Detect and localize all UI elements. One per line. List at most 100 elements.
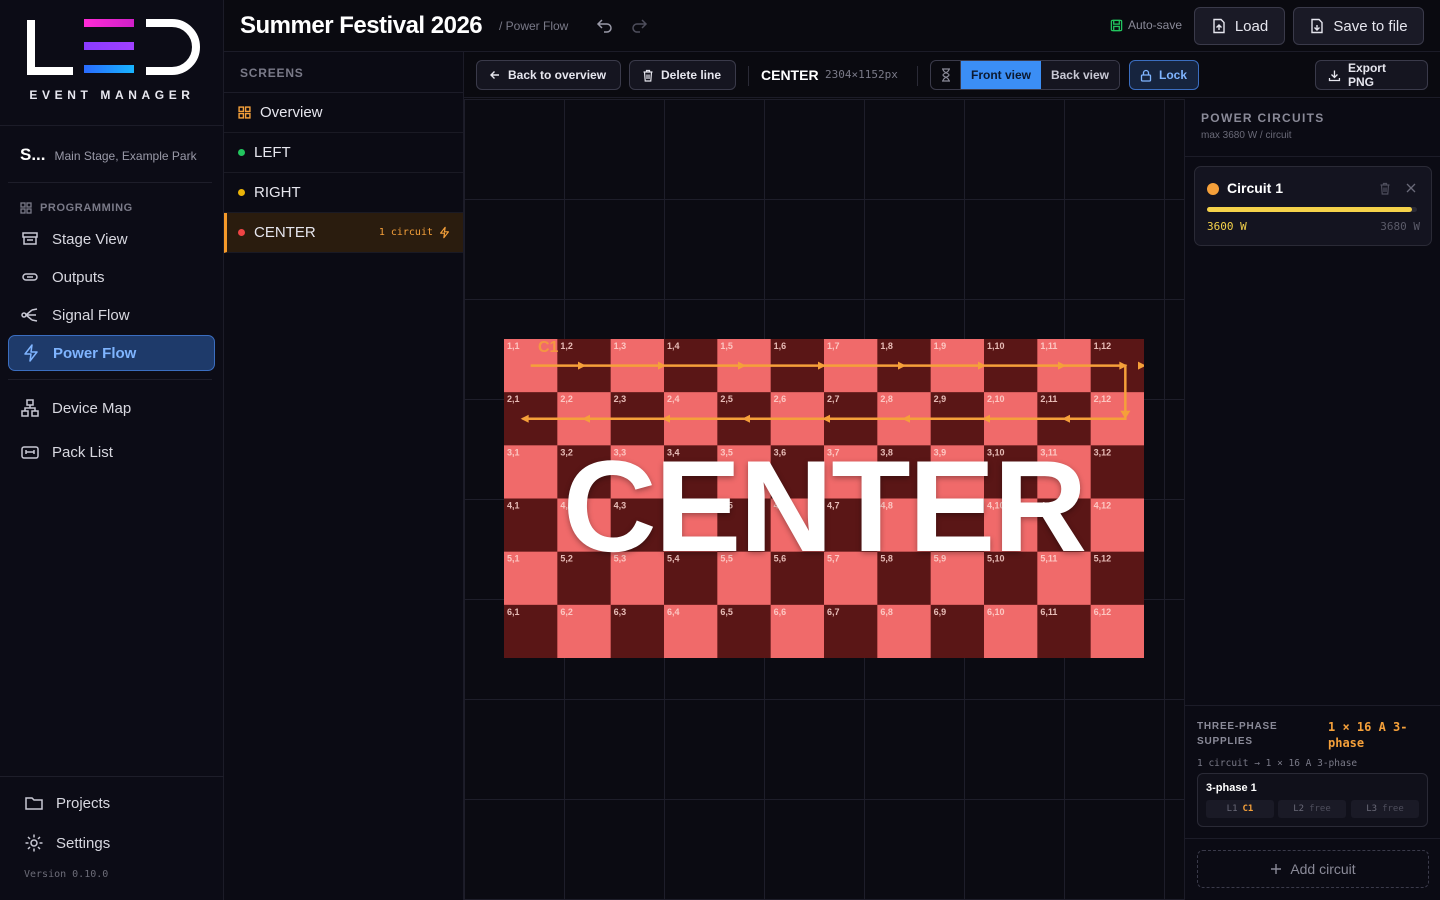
sidebar-item-label: Device Map: [52, 399, 132, 417]
download-icon: [1328, 70, 1341, 81]
circuit-tag: C1: [538, 339, 559, 356]
front-view-tab[interactable]: Front view: [961, 61, 1041, 89]
programming-section-label: PROGRAMMING: [20, 202, 133, 214]
divider: [1185, 156, 1440, 157]
flow-arrow-icon: [742, 414, 750, 423]
delete-button-label: Delete line: [661, 68, 722, 82]
project-name: S...: [20, 145, 46, 164]
lock-icon: [1140, 69, 1152, 82]
flow-arrow-icon: [582, 414, 590, 423]
autosave-indicator[interactable]: Auto-save: [1110, 18, 1182, 32]
sidebar-item-label: Outputs: [52, 268, 105, 286]
phase-line-value: free: [1382, 804, 1404, 814]
supply-card[interactable]: 3-phase 1 L1 C1 L2 free L3 free: [1197, 773, 1428, 827]
back-view-tab[interactable]: Back view: [1041, 61, 1119, 89]
screen-item-label: LEFT: [254, 144, 291, 161]
trash-icon[interactable]: [1379, 182, 1391, 195]
load-button[interactable]: Load: [1194, 7, 1285, 45]
app-root: EVENT MANAGER S... Main Stage, Example P…: [0, 0, 1440, 900]
arrow-left-icon: [490, 71, 499, 79]
phase-line-name: L3: [1366, 804, 1378, 814]
trash-icon: [643, 69, 653, 82]
power-circuits-title: POWER CIRCUITS: [1201, 111, 1325, 125]
flow-arrow-icon: [1138, 361, 1144, 370]
delete-line-button[interactable]: Delete line: [629, 60, 736, 90]
save-button-label: Save to file: [1333, 17, 1408, 35]
screen-item-overview[interactable]: Overview: [224, 93, 463, 133]
stage-icon: [22, 232, 38, 245]
view-toggle: Front view Back view: [930, 60, 1120, 90]
file-upload-icon: [1213, 18, 1225, 34]
sidebar-item-label: Pack List: [52, 443, 113, 461]
sidebar-item-label: Stage View: [52, 230, 128, 248]
add-circuit-label: Add circuit: [1290, 861, 1356, 877]
flow-arrow-icon: [738, 361, 746, 370]
phase-line-value: free: [1309, 804, 1331, 814]
flip-view-button[interactable]: [931, 61, 961, 89]
section-label-text: PROGRAMMING: [40, 202, 133, 214]
flow-arrow-icon: [978, 361, 986, 370]
screen-item-label: Overview: [260, 104, 323, 121]
undo-icon[interactable]: [596, 16, 614, 34]
circuit-card[interactable]: Circuit 1 3600 W 3680 W: [1194, 166, 1432, 246]
led-screen-board[interactable]: 1,1 1,2 1,3 1,4 1,5 1,6 1,7 1,8 1,9 1,10 1,11 1,12 2…: [504, 339, 1144, 658]
divider: [8, 379, 212, 380]
sidebar-item-settings[interactable]: Settings: [12, 825, 219, 861]
save-to-file-button[interactable]: Save to file: [1293, 7, 1424, 45]
export-button-label: Export PNG: [1347, 61, 1386, 89]
sidebar-item-label: Projects: [56, 794, 111, 812]
divider: [0, 776, 224, 777]
circuit-load-fill: [1207, 207, 1413, 212]
sidebar-item-stage-view[interactable]: Stage View: [8, 221, 215, 257]
screen-item-label: RIGHT: [254, 184, 301, 201]
phase-line-name: L2: [1293, 804, 1305, 814]
sidebar: EVENT MANAGER S... Main Stage, Example P…: [0, 0, 224, 900]
flow-arrow-icon: [822, 414, 830, 423]
sidebar-item-outputs[interactable]: Outputs: [8, 259, 215, 295]
gear-icon: [25, 834, 43, 852]
grid-icon: [20, 202, 32, 214]
back-button-label: Back to overview: [508, 68, 607, 82]
power-flow-canvas[interactable]: 1,1 1,2 1,3 1,4 1,5 1,6 1,7 1,8 1,9 1,10 1,11 1,12 2…: [464, 99, 1184, 900]
supply-name: 3-phase 1: [1206, 782, 1257, 794]
project-location: Main Stage, Example Park: [54, 149, 197, 163]
close-icon[interactable]: [1406, 183, 1416, 193]
sidebar-item-signal-flow[interactable]: Signal Flow: [8, 297, 215, 333]
sidebar-item-projects[interactable]: Projects: [12, 785, 219, 821]
add-circuit-button[interactable]: Add circuit: [1197, 850, 1429, 888]
flow-arrow-icon: [902, 414, 910, 423]
screens-panel: SCREENS Overview LEFT RIGHT CENTER 1 cir…: [224, 52, 464, 900]
screen-item-right[interactable]: RIGHT: [224, 173, 463, 213]
screen-item-center[interactable]: CENTER 1 circuit: [224, 213, 463, 253]
signal-flow-icon: [21, 308, 38, 322]
screen-item-left[interactable]: LEFT: [224, 133, 463, 173]
phase-line-l3: L3 free: [1351, 800, 1419, 818]
power-circuits-panel: POWER CIRCUITS max 3680 W / circuit Circ…: [1184, 99, 1440, 900]
power-line-overlay[interactable]: [504, 339, 1144, 658]
three-phase-value: 1 × 16 A 3-phase: [1328, 720, 1408, 750]
toolbar-separator: [917, 66, 918, 86]
project-info[interactable]: S... Main Stage, Example Park: [20, 145, 197, 165]
sidebar-item-device-map[interactable]: Device Map: [8, 390, 215, 426]
flow-arrow-icon: [1058, 361, 1066, 370]
folder-icon: [25, 797, 43, 810]
screen-name: CENTER: [761, 67, 819, 83]
lock-button[interactable]: Lock: [1129, 60, 1199, 90]
export-png-button[interactable]: Export PNG: [1315, 60, 1428, 90]
sidebar-item-power-flow[interactable]: Power Flow: [8, 335, 215, 371]
outputs-icon: [22, 273, 38, 281]
power-icon: [24, 344, 38, 362]
back-to-overview-button[interactable]: Back to overview: [476, 60, 621, 90]
led-logo-icon: [27, 19, 200, 75]
toolbar-separator: [748, 66, 749, 86]
power-line[interactable]: [522, 364, 1127, 420]
sidebar-item-label: Power Flow: [53, 344, 137, 362]
app-header: Summer Festival 2026 / Power Flow Auto-s…: [224, 0, 1440, 52]
autosave-label: Auto-save: [1128, 18, 1183, 32]
save-icon: [1110, 19, 1123, 31]
circuit-count-badge: 1 circuit: [378, 227, 433, 238]
redo-icon[interactable]: [630, 16, 648, 34]
sidebar-item-pack-list[interactable]: Pack List: [8, 434, 215, 470]
phase-line-l1: L1 C1: [1206, 800, 1274, 818]
version-label: Version 0.10.0: [24, 869, 109, 880]
